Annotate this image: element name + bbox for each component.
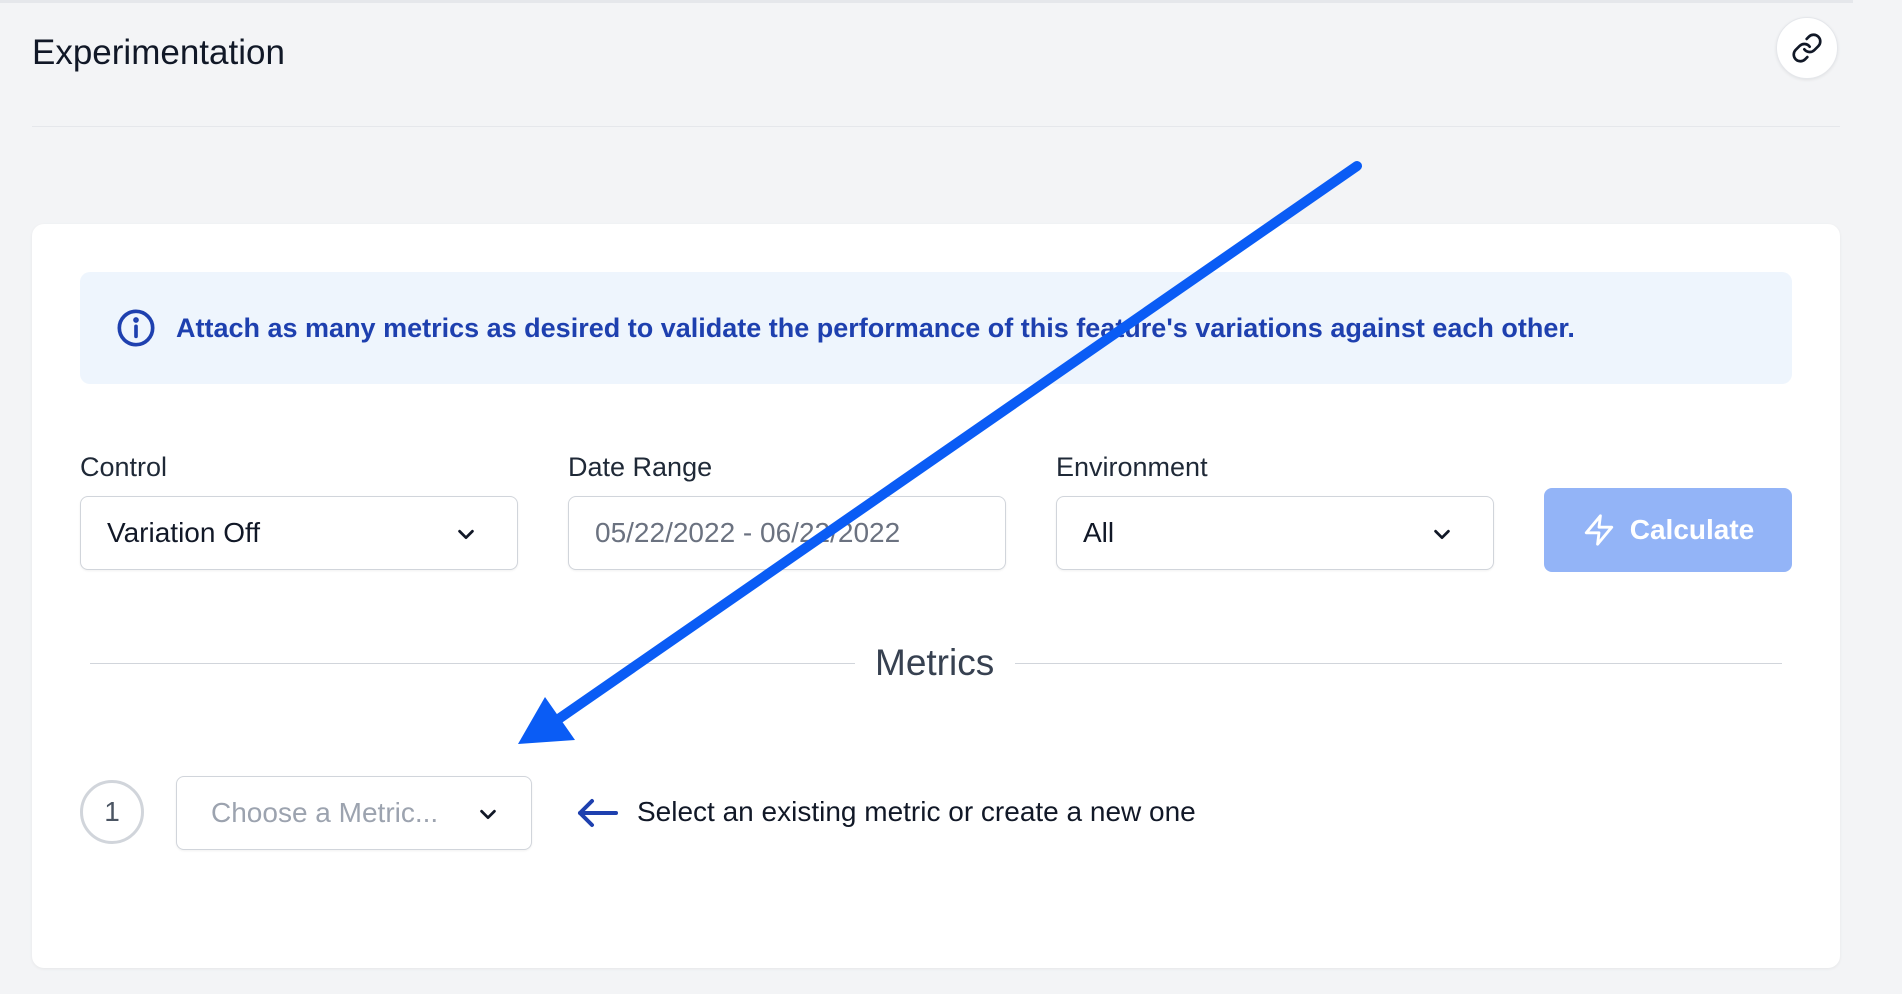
- metrics-divider-right: [1015, 663, 1782, 664]
- metric-number-badge: 1: [80, 780, 144, 844]
- environment-label: Environment: [1056, 452, 1208, 482]
- top-border: [0, 0, 1853, 3]
- metrics-title: Metrics: [875, 642, 995, 683]
- metric-hint-text: Select an existing metric or create a ne…: [637, 796, 1196, 827]
- copy-link-button[interactable]: [1776, 17, 1838, 79]
- control-label: Control: [80, 452, 168, 482]
- info-text: Attach as many metrics as desired to val…: [176, 313, 1575, 343]
- arrow-left-icon: [578, 799, 618, 827]
- metrics-divider-left: [90, 663, 855, 664]
- date-range-label: Date Range: [568, 452, 713, 482]
- chevron-down-icon: [480, 809, 496, 820]
- header-divider: [32, 126, 1840, 127]
- date-range-value: 05/22/2022 - 06/22/2022: [595, 517, 901, 548]
- page-title: Experimentation: [32, 33, 285, 72]
- control-select-value: Variation Off: [107, 517, 261, 548]
- lightning-bolt-icon: [1584, 514, 1613, 546]
- environment-select[interactable]: All: [1056, 496, 1494, 570]
- choose-metric-select[interactable]: Choose a Metric...: [176, 776, 532, 850]
- choose-metric-placeholder: Choose a Metric...: [211, 797, 439, 828]
- link-icon: [1792, 33, 1822, 63]
- info-banner: Attach as many metrics as desired to val…: [80, 272, 1792, 384]
- chevron-down-icon: [1434, 529, 1450, 540]
- chevron-down-icon: [458, 529, 474, 540]
- calculate-button[interactable]: Calculate: [1544, 488, 1792, 572]
- control-select[interactable]: Variation Off: [80, 496, 518, 570]
- info-circle-icon: [117, 309, 155, 347]
- environment-select-value: All: [1083, 517, 1115, 548]
- date-range-input[interactable]: 05/22/2022 - 06/22/2022: [568, 496, 1006, 570]
- calculate-label: Calculate: [1629, 514, 1755, 545]
